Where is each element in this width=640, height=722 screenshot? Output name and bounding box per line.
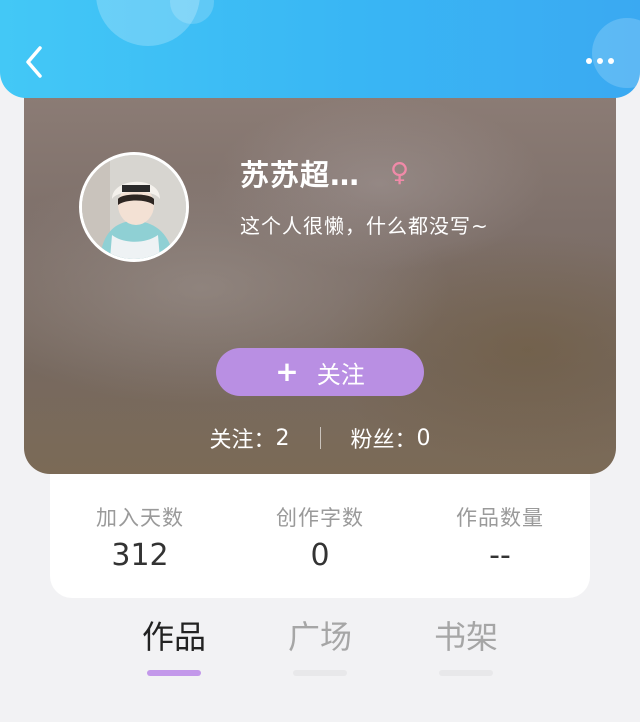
stat-label: 作品数量 — [456, 506, 544, 530]
follow-button[interactable]: + 关注 — [216, 348, 424, 396]
avatar-image — [82, 155, 186, 259]
tab-indicator — [439, 670, 493, 676]
social-stats: 关注： 2 粉丝： 0 — [24, 420, 616, 456]
header-bar — [0, 0, 640, 98]
following-value: 2 — [275, 425, 290, 451]
female-icon: ♀ — [390, 158, 410, 188]
followers-label: 粉丝： — [350, 428, 417, 453]
tab-label: 作品 — [141, 618, 206, 656]
tab-square[interactable]: 广场 — [260, 612, 380, 676]
follow-button-label: 关注 — [316, 360, 365, 389]
more-dots-icon — [608, 58, 614, 64]
following-count[interactable]: 关注： 2 — [179, 422, 319, 454]
stat-value: -- — [489, 538, 511, 573]
stats-panel: 加入天数 312 创作字数 0 作品数量 -- — [50, 474, 590, 598]
stat-word-count: 创作字数 0 — [230, 474, 410, 598]
stat-label: 加入天数 — [96, 506, 184, 530]
more-button[interactable] — [580, 46, 620, 76]
tab-indicator — [293, 670, 347, 676]
following-label: 关注： — [209, 428, 276, 453]
tab-label: 书架 — [433, 618, 498, 656]
chevron-left-icon — [26, 46, 42, 78]
stat-value: 0 — [310, 538, 330, 573]
stat-label: 创作字数 — [276, 506, 364, 530]
tab-bookshelf[interactable]: 书架 — [406, 612, 526, 676]
more-dots-icon — [586, 58, 592, 64]
more-dots-icon — [597, 58, 603, 64]
stat-works-count: 作品数量 -- — [410, 474, 590, 598]
bio-text: 这个人很懒，什么都没写~ — [240, 214, 489, 238]
stat-join-days: 加入天数 312 — [50, 474, 230, 598]
tab-label: 广场 — [287, 618, 352, 656]
username: 苏苏超… — [240, 158, 361, 192]
username-row: 苏苏超… ♀ — [240, 152, 409, 194]
tab-indicator — [147, 670, 201, 676]
followers-count[interactable]: 粉丝： 0 — [321, 422, 461, 454]
stat-value: 312 — [111, 538, 169, 573]
avatar[interactable] — [79, 152, 189, 262]
profile-card: 苏苏超… ♀ 这个人很懒，什么都没写~ + 关注 关注： 2 粉丝： 0 — [24, 60, 616, 474]
tab-works[interactable]: 作品 — [114, 612, 234, 676]
plus-icon: + — [275, 355, 299, 388]
back-button[interactable] — [14, 40, 54, 84]
followers-value: 0 — [416, 425, 431, 451]
content-tabs: 作品 广场 书架 — [0, 612, 640, 682]
